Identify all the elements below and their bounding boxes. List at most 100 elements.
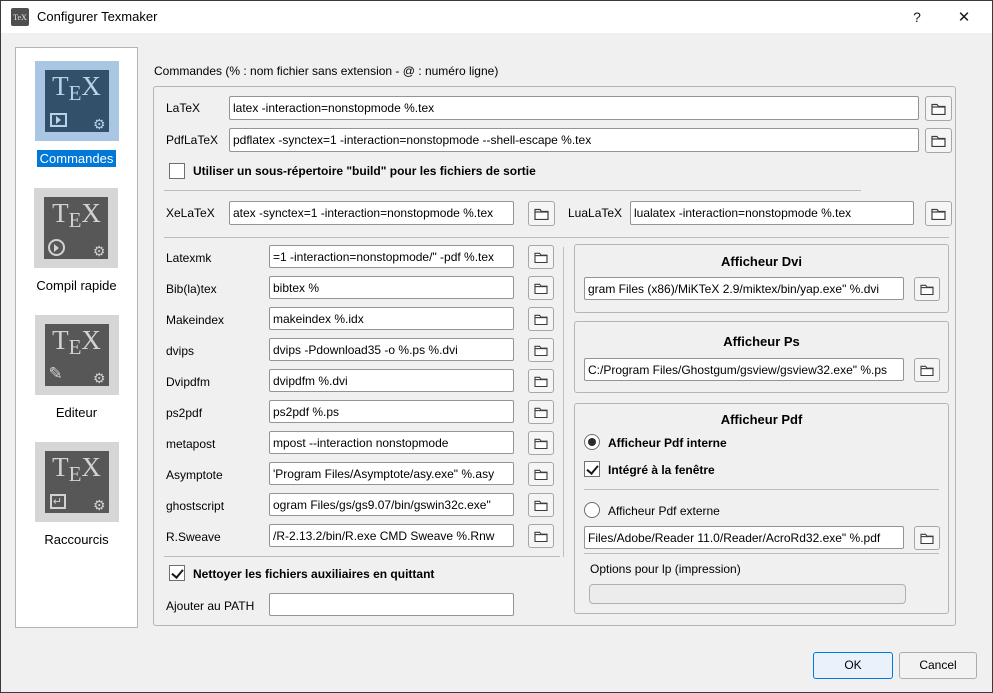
folder-icon (534, 207, 549, 220)
sidebar-item-compil-rapide[interactable]: TEX ⚙ Compil rapide (33, 188, 119, 294)
xelatex-command-input[interactable] (229, 201, 514, 225)
ps2pdf-label: ps2pdf (166, 406, 202, 420)
raccourcis-tex-icon: TEX ↵ ⚙ (35, 442, 119, 522)
folder-icon (534, 499, 548, 511)
commands-group-title: Commandes (% : nom fichier sans extensio… (154, 64, 498, 78)
pdflatex-browse-button[interactable] (925, 128, 952, 153)
folder-icon (920, 283, 934, 295)
sidebar-item-commandes[interactable]: TEX ⚙ Commandes (35, 61, 119, 167)
latexmk-label: Latexmk (166, 251, 211, 265)
folder-icon (931, 207, 946, 220)
dvipdfm-browse-button[interactable] (528, 369, 554, 393)
latex-command-input[interactable] (229, 96, 919, 120)
build-subdir-checkbox[interactable] (169, 163, 185, 179)
metapost-browse-button[interactable] (528, 431, 554, 455)
dvi-viewer-browse-button[interactable] (914, 277, 940, 301)
lualatex-browse-button[interactable] (925, 201, 952, 226)
ghostscript-label: ghostscript (166, 499, 224, 513)
folder-icon (534, 344, 548, 356)
pdf-external-viewer-radio[interactable] (584, 502, 600, 518)
folder-icon (534, 313, 548, 325)
asymptote-command-input[interactable] (269, 462, 514, 485)
ps2pdf-command-input[interactable] (269, 400, 514, 423)
gear-icon: ⚙ (93, 244, 106, 258)
compil-rapide-tex-icon: TEX ⚙ (34, 188, 118, 268)
close-button[interactable]: ✕ (944, 1, 984, 33)
folder-icon (534, 468, 548, 480)
ghostscript-browse-button[interactable] (528, 493, 554, 517)
add-to-path-input[interactable] (269, 593, 514, 616)
ps2pdf-browse-button[interactable] (528, 400, 554, 424)
lualatex-command-input[interactable] (630, 201, 914, 225)
separator (584, 489, 939, 490)
configure-texmaker-dialog: TeX Configurer Texmaker ? ✕ TEX ⚙ Comman… (0, 0, 993, 693)
cancel-button[interactable]: Cancel (899, 652, 977, 679)
lualatex-label: LuaLaTeX (568, 206, 622, 220)
sidebar-item-editeur[interactable]: TEX ✎ ⚙ Editeur (35, 315, 119, 421)
sidebar-item-raccourcis[interactable]: TEX ↵ ⚙ Raccourcis (35, 442, 119, 548)
metapost-label: metapost (166, 437, 215, 451)
cleanup-aux-files-label: Nettoyer les fichiers auxiliaires en qui… (193, 567, 434, 581)
asymptote-label: Asymptote (166, 468, 223, 482)
separator (164, 556, 560, 557)
pdf-external-command-input[interactable] (584, 526, 904, 549)
xelatex-label: XeLaTeX (166, 206, 215, 220)
pdf-internal-viewer-radio[interactable] (584, 434, 600, 450)
dvipdfm-command-input[interactable] (269, 369, 514, 392)
dvipdfm-label: Dvipdfm (166, 375, 210, 389)
pdf-external-browse-button[interactable] (914, 526, 940, 550)
makeindex-browse-button[interactable] (528, 307, 554, 331)
folder-icon (534, 282, 548, 294)
folder-icon (534, 530, 548, 542)
ps-viewer-title: Afficheur Ps (575, 334, 948, 349)
latex-browse-button[interactable] (925, 96, 952, 121)
quick-build-icon (48, 239, 65, 256)
ghostscript-command-input[interactable] (269, 493, 514, 516)
biblatex-label: Bib(la)tex (166, 282, 217, 296)
pdflatex-command-input[interactable] (229, 128, 919, 152)
play-icon (50, 113, 67, 127)
gear-icon: ⚙ (93, 117, 106, 131)
dvips-browse-button[interactable] (528, 338, 554, 362)
folder-icon (534, 375, 548, 387)
pdf-viewer-title: Afficheur Pdf (575, 412, 948, 427)
ps-viewer-command-input[interactable] (584, 358, 904, 381)
dvi-viewer-title: Afficheur Dvi (575, 254, 948, 269)
ps-viewer-browse-button[interactable] (914, 358, 940, 382)
gear-icon: ⚙ (93, 498, 106, 512)
latexmk-command-input[interactable] (269, 245, 514, 268)
folder-icon (931, 134, 946, 147)
makeindex-command-input[interactable] (269, 307, 514, 330)
rsweave-browse-button[interactable] (528, 524, 554, 548)
help-button[interactable]: ? (897, 1, 937, 33)
asymptote-browse-button[interactable] (528, 462, 554, 486)
folder-icon (534, 437, 548, 449)
xelatex-browse-button[interactable] (528, 201, 555, 226)
pdf-internal-viewer-label: Afficheur Pdf interne (608, 436, 727, 450)
biblatex-browse-button[interactable] (528, 276, 554, 300)
pdf-embedded-label: Intégré à la fenêtre (608, 463, 715, 477)
lp-options-input (589, 584, 906, 604)
texmaker-app-icon: TeX (11, 8, 29, 26)
cleanup-aux-files-checkbox[interactable] (169, 565, 185, 581)
editeur-tex-icon: TEX ✎ ⚙ (35, 315, 119, 395)
separator (164, 190, 861, 191)
rsweave-command-input[interactable] (269, 524, 514, 547)
lp-options-label: Options pour lp (impression) (590, 562, 741, 576)
latex-label: LaTeX (166, 101, 200, 115)
pdf-embedded-checkbox[interactable] (584, 461, 600, 477)
add-to-path-label: Ajouter au PATH (166, 599, 254, 613)
dvi-viewer-command-input[interactable] (584, 277, 904, 300)
sidebar-item-label: Commandes (37, 150, 117, 167)
dvips-command-input[interactable] (269, 338, 514, 361)
rsweave-label: R.Sweave (166, 530, 221, 544)
biblatex-command-input[interactable] (269, 276, 514, 299)
separator (563, 247, 564, 557)
metapost-command-input[interactable] (269, 431, 514, 454)
folder-icon (534, 406, 548, 418)
separator (164, 237, 949, 238)
ok-button[interactable]: OK (813, 652, 893, 679)
latexmk-browse-button[interactable] (528, 245, 554, 269)
title-bar: TeX Configurer Texmaker ? ✕ (1, 1, 992, 33)
pdflatex-label: PdfLaTeX (166, 133, 218, 147)
